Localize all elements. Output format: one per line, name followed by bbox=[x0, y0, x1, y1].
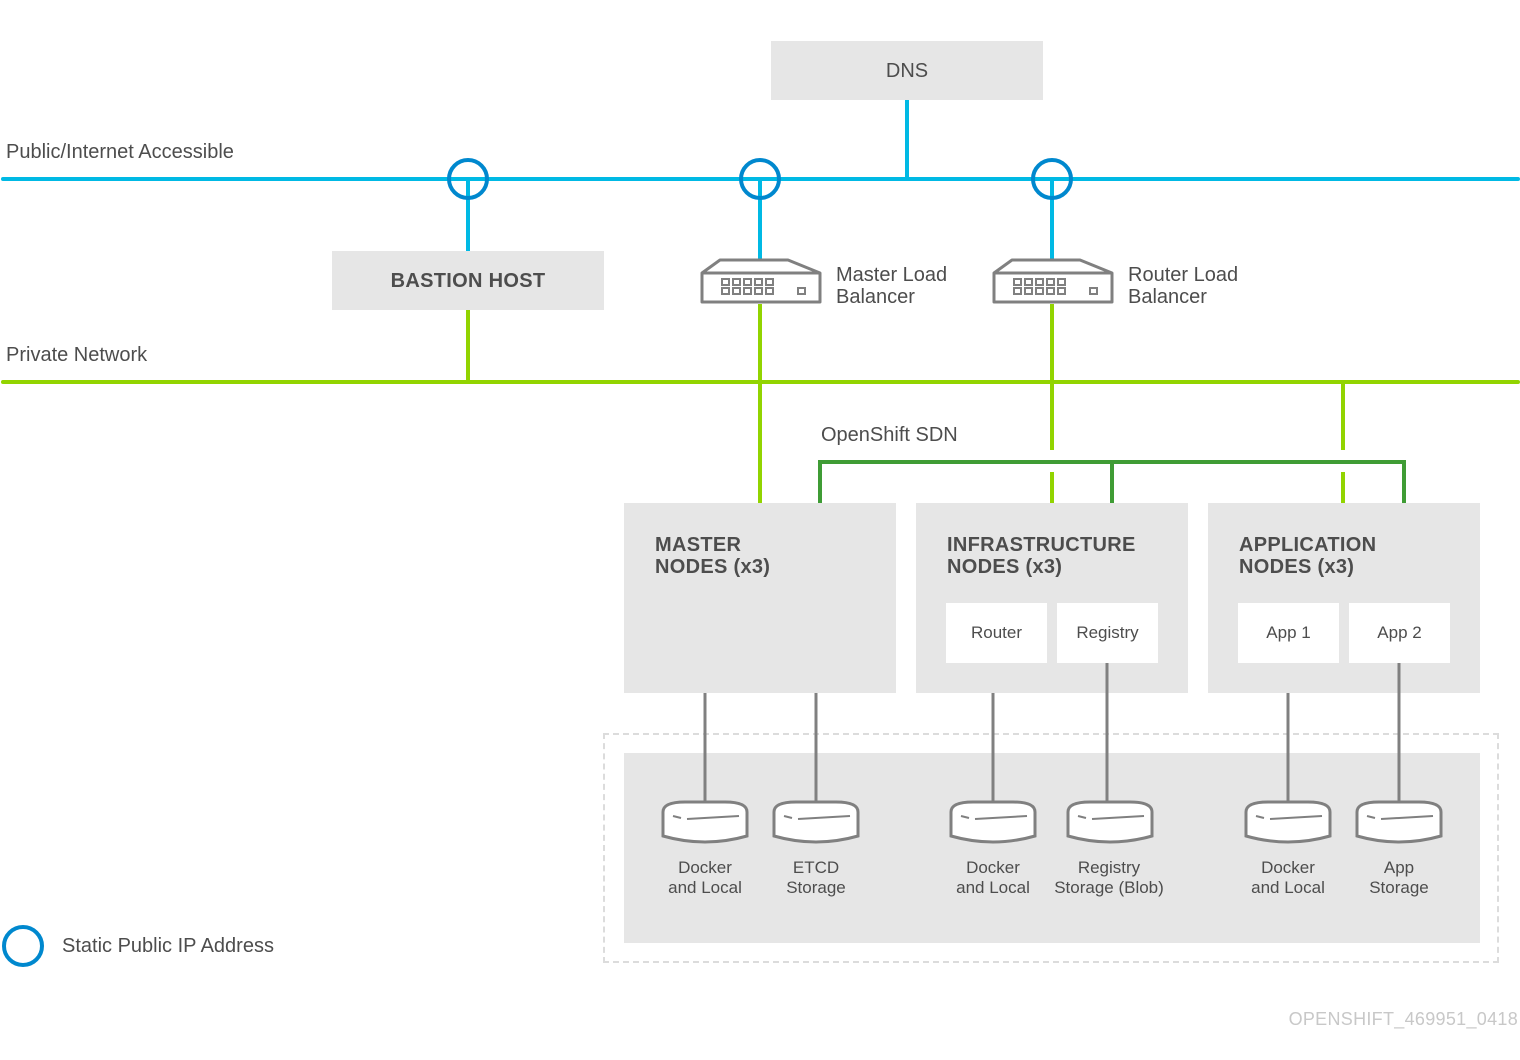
storage-label-line2: and Local bbox=[956, 878, 1030, 897]
storage-label-line1: App bbox=[1383, 858, 1415, 877]
static-ip-circle-icon bbox=[2, 925, 44, 967]
master-lb-label-1: Master Load bbox=[836, 264, 948, 286]
storage-label-line2: and Local bbox=[1251, 878, 1325, 897]
master-lb-label-2: Balancer bbox=[836, 286, 915, 308]
storage-label-line1: Registry bbox=[1077, 858, 1141, 877]
storage-disk-icon bbox=[661, 800, 749, 844]
storage-label-line1: Docker bbox=[966, 858, 1020, 877]
storage-disk-icon bbox=[1066, 800, 1154, 844]
storage-label-line2: Storage (Blob) bbox=[1054, 878, 1164, 897]
network-switch-icon bbox=[700, 258, 822, 304]
storage-label-line2: and Local bbox=[668, 878, 742, 897]
legend-static-ip-label: Static Public IP Address bbox=[62, 935, 274, 957]
storage-label: Registry Storage (Blob) bbox=[1039, 858, 1179, 898]
storage-label-line2: Storage bbox=[1369, 878, 1429, 897]
public-network-label: Public/Internet Accessible bbox=[6, 141, 234, 163]
storage-label-line1: Docker bbox=[678, 858, 732, 877]
storage-label-line1: Docker bbox=[1261, 858, 1315, 877]
storage-label-line2: Storage bbox=[786, 878, 846, 897]
storage-label-line1: ETCD bbox=[792, 858, 840, 877]
storage-label: ETCD Storage bbox=[746, 858, 886, 898]
network-switch-icon bbox=[992, 258, 1114, 304]
storage-disk-icon bbox=[1244, 800, 1332, 844]
storage-disk-icon bbox=[772, 800, 860, 844]
storage-label: App Storage bbox=[1329, 858, 1469, 898]
private-network-label: Private Network bbox=[6, 344, 148, 366]
router-lb-label-1: Router Load bbox=[1128, 264, 1239, 286]
router-lb-label-2: Balancer bbox=[1128, 286, 1207, 308]
storage-disk-icon bbox=[1355, 800, 1443, 844]
sdn-label: OpenShift SDN bbox=[821, 424, 958, 446]
figure-id-watermark: OPENSHIFT_469951_0418 bbox=[1288, 1009, 1518, 1029]
storage-disk-icon bbox=[949, 800, 1037, 844]
